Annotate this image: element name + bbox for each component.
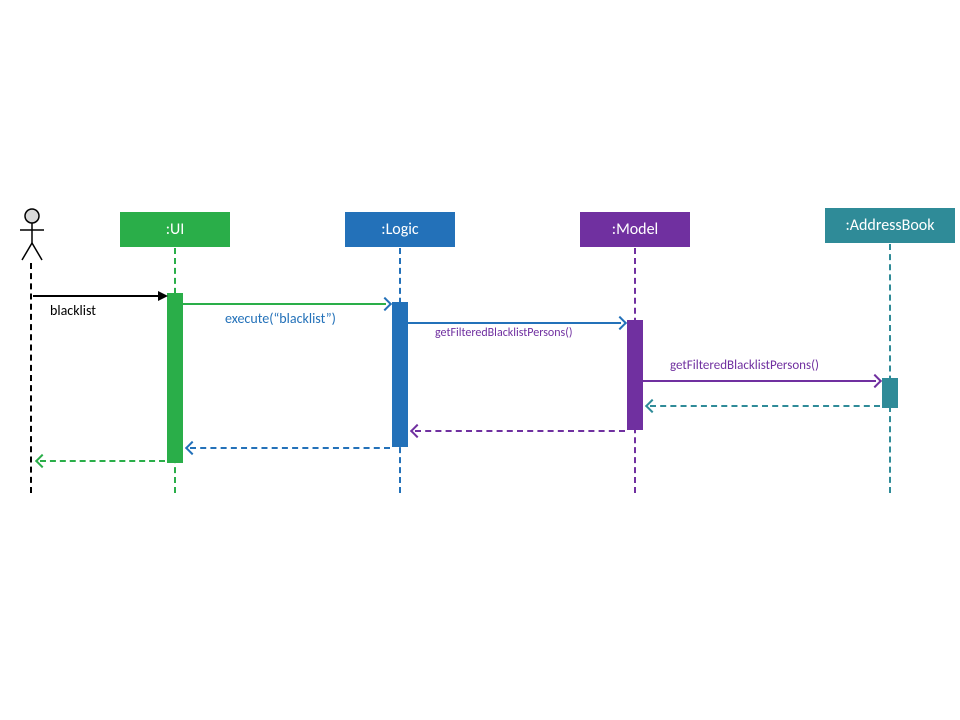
- msg-execute-arrow: [378, 297, 392, 311]
- activation-model: [627, 320, 643, 430]
- ret-logic-ui-line: [190, 447, 390, 449]
- ret-ab-model-line: [650, 405, 880, 407]
- msg-execute-label: execute(“blacklist”): [225, 310, 336, 327]
- msg-getfiltered2-arrow: [868, 374, 882, 388]
- msg-getfiltered2-line: [643, 380, 876, 382]
- activation-ui: [167, 293, 183, 463]
- actor-lifeline: [30, 263, 32, 493]
- activation-logic: [392, 302, 408, 447]
- lifeline-addressbook: :AddressBook: [825, 208, 955, 243]
- msg-getfiltered1-label: getFilteredBlacklistPersons(): [435, 326, 573, 340]
- actor-user: [18, 208, 46, 268]
- msg-getfiltered1-line: [408, 322, 621, 324]
- msg-blacklist-arrow: [158, 291, 168, 301]
- ret-model-logic-line: [415, 430, 625, 432]
- ab-lifeline: [889, 244, 891, 493]
- ret-ui-actor-line: [40, 460, 165, 462]
- lifeline-model: :Model: [580, 212, 690, 247]
- msg-getfiltered2-label: getFilteredBlacklistPersons(): [670, 358, 819, 373]
- lifeline-logic-label: :Logic: [381, 220, 418, 239]
- msg-getfiltered1-arrow: [613, 316, 627, 330]
- ret-ab-model-arrow: [645, 399, 659, 413]
- lifeline-ab-label: :AddressBook: [845, 216, 934, 235]
- lifeline-logic: :Logic: [345, 212, 455, 247]
- ret-logic-ui-arrow: [185, 441, 199, 455]
- msg-blacklist-label: blacklist: [50, 302, 96, 319]
- ret-model-logic-arrow: [410, 424, 424, 438]
- lifeline-ui-label: :UI: [166, 220, 185, 239]
- msg-execute-line: [183, 303, 386, 305]
- lifeline-ui: :UI: [120, 212, 230, 247]
- lifeline-model-label: :Model: [612, 220, 658, 239]
- msg-blacklist-line: [33, 295, 161, 297]
- activation-ab: [882, 378, 898, 408]
- ret-ui-actor-arrow: [35, 454, 49, 468]
